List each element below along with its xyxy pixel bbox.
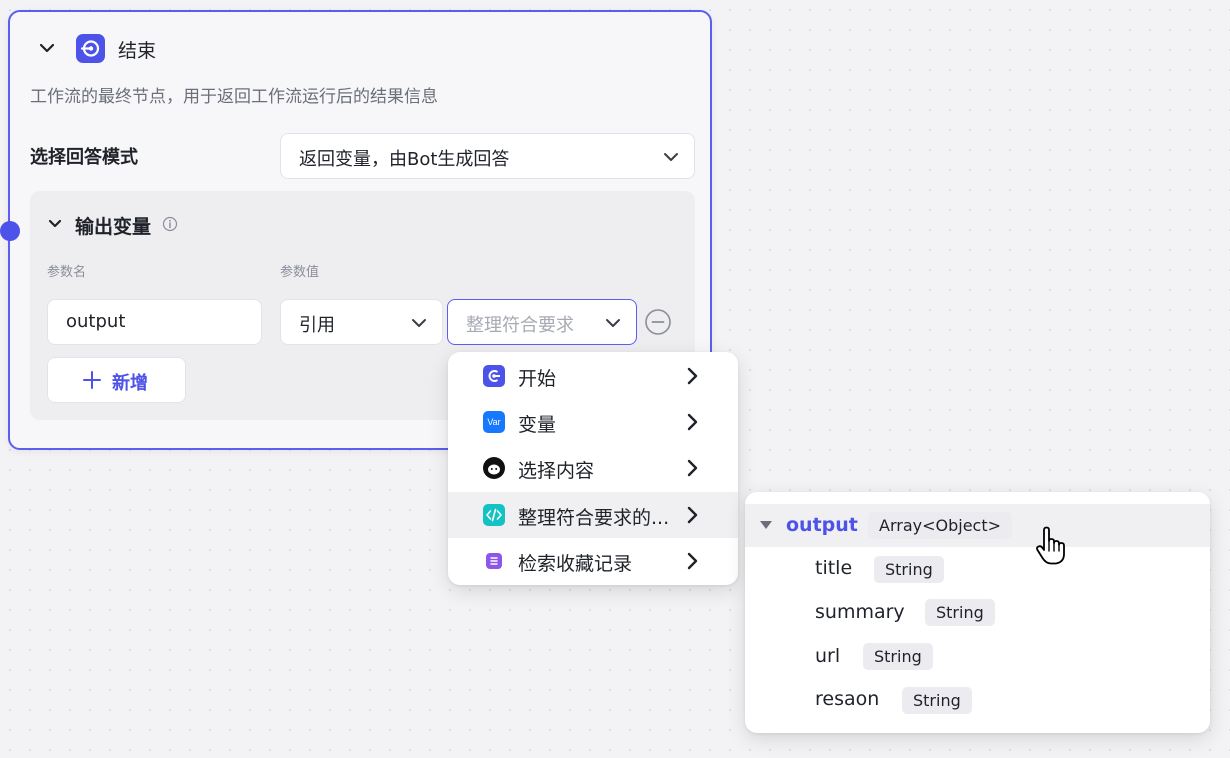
field-name[interactable]: url	[815, 645, 840, 667]
field-name[interactable]: resaon	[815, 688, 879, 710]
param-value-header: 参数值	[280, 265, 320, 280]
expand-triangle-icon[interactable]	[760, 521, 772, 529]
chevron-right-icon	[687, 459, 698, 477]
chevron-right-icon	[687, 413, 698, 431]
info-icon[interactable]	[162, 216, 178, 232]
code-icon	[483, 504, 505, 526]
output-root-name[interactable]: output	[786, 514, 858, 536]
chevron-down-icon	[412, 319, 426, 327]
menu-item-organize[interactable]: 整理符合要求的...	[448, 492, 738, 538]
node-title: 结束	[118, 40, 157, 62]
chevron-right-icon	[687, 506, 698, 524]
menu-item-search-favorites[interactable]: 检索收藏记录	[448, 538, 738, 584]
plus-icon	[83, 371, 101, 389]
chevron-down-icon	[606, 319, 620, 327]
hand-pointer-cursor-icon	[1036, 526, 1065, 565]
type-tag: String	[902, 687, 972, 714]
node-reference-menu: 开始 Var 变量 选择内容 整理符合要求的... 检索收藏记录	[448, 352, 738, 585]
menu-item-label: 开始	[518, 368, 557, 390]
field-name[interactable]: summary	[815, 601, 905, 623]
reference-variable-select[interactable]: 整理符合要求	[447, 299, 637, 345]
avatar-face-icon	[483, 457, 505, 479]
reference-placeholder: 整理符合要求	[466, 315, 574, 336]
start-icon	[483, 365, 505, 387]
node-description: 工作流的最终节点，用于返回工作流运行后的结果信息	[30, 87, 438, 107]
answer-mode-select[interactable]: 返回变量，由Bot生成回答	[280, 133, 695, 179]
type-tag: String	[925, 599, 995, 626]
menu-item-start[interactable]: 开始	[448, 353, 738, 399]
param-type-value: 引用	[299, 315, 335, 336]
end-node-icon	[76, 34, 105, 63]
type-tag: String	[863, 643, 933, 670]
menu-item-variable[interactable]: Var 变量	[448, 399, 738, 445]
menu-item-select-content[interactable]: 选择内容	[448, 445, 738, 491]
collapse-chevron-icon[interactable]	[36, 37, 58, 59]
menu-item-label: 整理符合要求的...	[518, 507, 670, 529]
add-variable-button[interactable]: 新增	[47, 357, 186, 403]
chevron-down-icon	[664, 153, 678, 161]
type-tag: String	[874, 556, 944, 583]
add-variable-label: 新增	[112, 373, 148, 394]
param-type-select[interactable]: 引用	[280, 299, 443, 345]
chevron-right-icon	[687, 367, 698, 385]
output-variables-title: 输出变量	[75, 216, 152, 238]
remove-row-icon[interactable]	[644, 308, 672, 336]
menu-item-label: 变量	[518, 414, 557, 436]
param-name-header: 参数名	[47, 265, 87, 280]
chevron-right-icon	[687, 552, 698, 570]
list-icon	[486, 553, 502, 569]
output-fields-submenu: output Array<Object> title String summar…	[745, 492, 1210, 733]
field-name[interactable]: title	[815, 557, 852, 579]
answer-mode-label: 选择回答模式	[30, 147, 138, 168]
menu-item-label: 检索收藏记录	[518, 553, 633, 575]
var-icon: Var	[483, 411, 505, 433]
input-port-handle[interactable]	[0, 221, 20, 241]
type-tag: Array<Object>	[868, 512, 1013, 539]
param-name-input[interactable]: output	[47, 299, 262, 345]
output-collapse-chevron-icon[interactable]	[46, 214, 64, 232]
menu-item-label: 选择内容	[518, 460, 595, 482]
answer-mode-value: 返回变量，由Bot生成回答	[299, 149, 510, 170]
